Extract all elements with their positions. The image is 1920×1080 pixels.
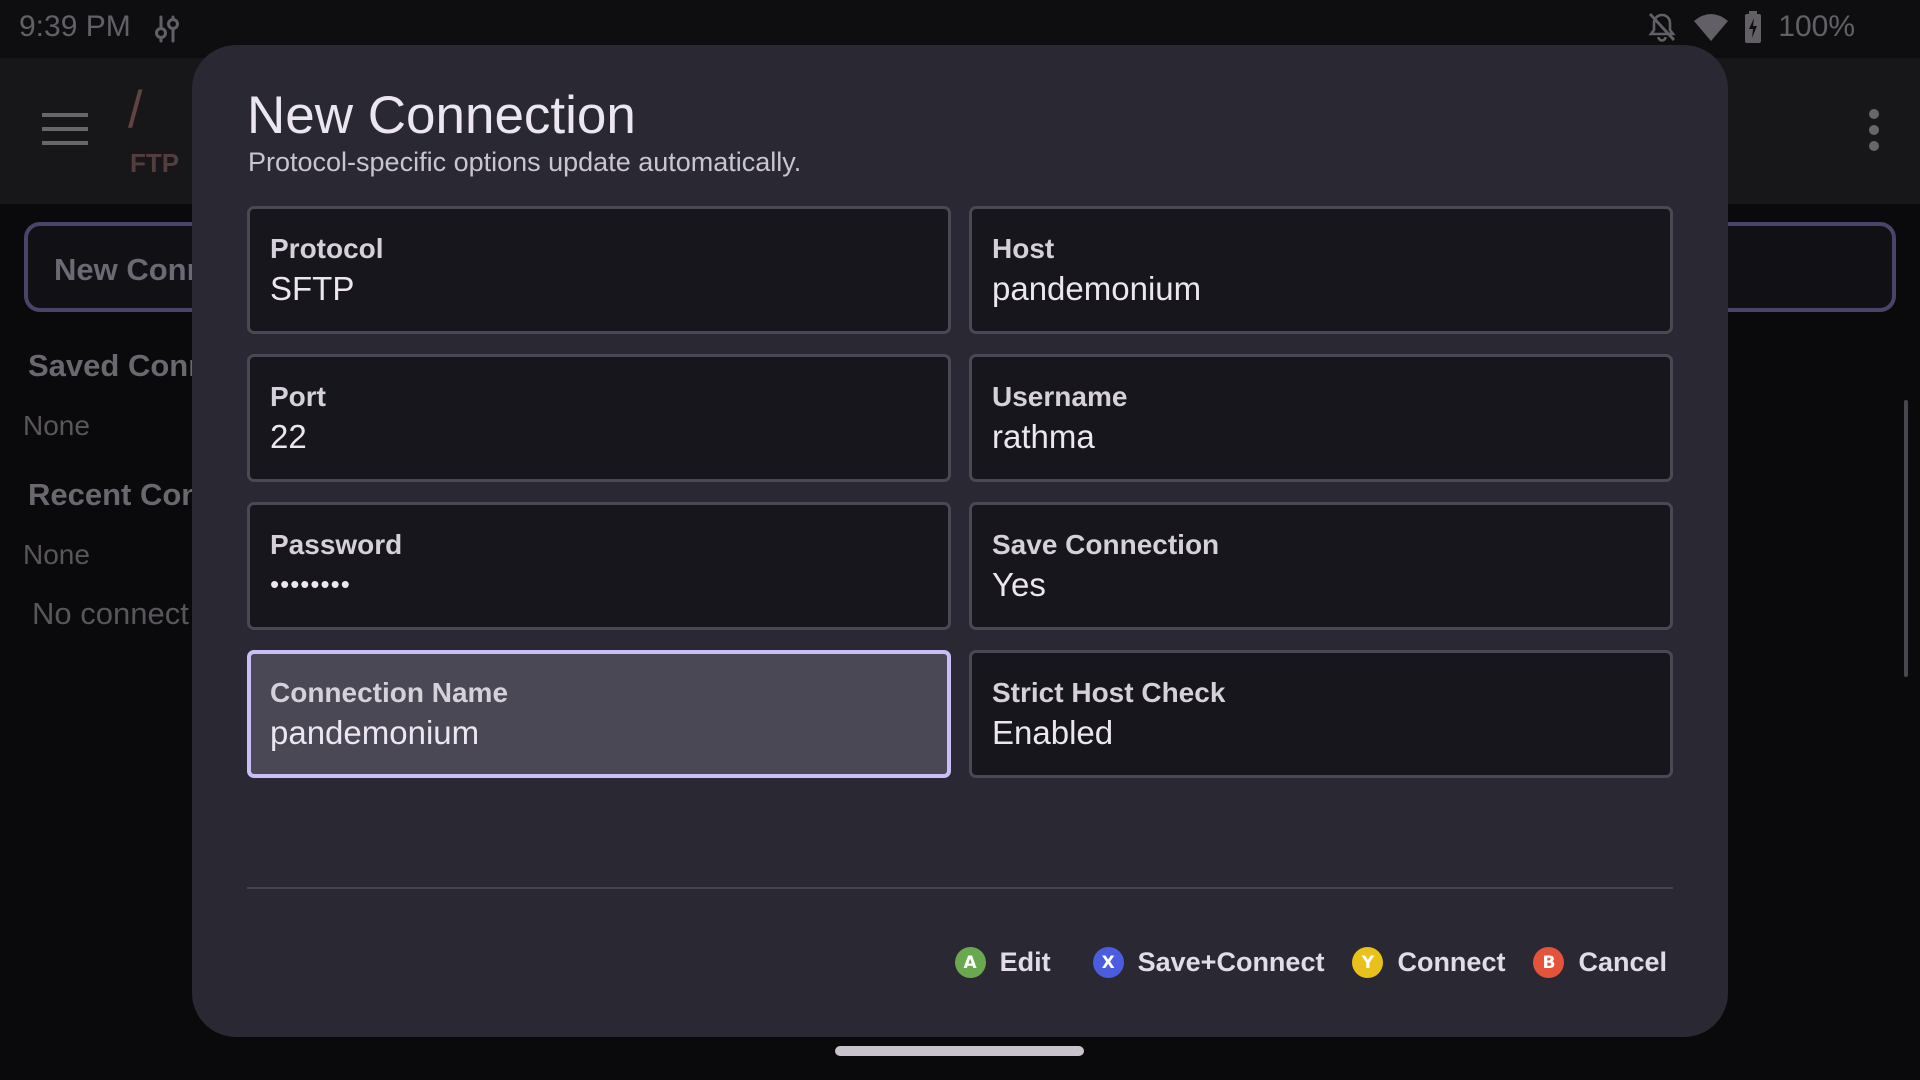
connect-button[interactable]: Y Connect [1352, 947, 1505, 978]
home-indicator[interactable] [835, 1046, 1084, 1056]
gamepad-a-button-icon: A [954, 947, 986, 978]
edit-button-label: Edit [999, 947, 1051, 977]
field-value: rathma [992, 418, 1095, 455]
dialog-subtitle: Protocol-specific options update automat… [248, 147, 802, 177]
save-connect-button[interactable]: X Save+Connect [1092, 947, 1325, 978]
field-value: Yes [992, 566, 1046, 603]
gamepad-y-button-icon: Y [1352, 947, 1384, 978]
connection-name-field[interactable]: Connection Name pandemonium [247, 650, 951, 778]
dialog-actions: A Edit X Save+Connect Y Connect B Cancel [954, 947, 1667, 978]
connect-button-label: Connect [1397, 947, 1506, 977]
username-field[interactable]: Username rathma [969, 354, 1673, 482]
field-label: Save Connection [992, 529, 1220, 560]
screen: 9:39 PM 5 100% / FTP New Conn Saved Conn… [0, 0, 1920, 1080]
protocol-field[interactable]: Protocol SFTP [247, 206, 951, 334]
gamepad-x-button-icon: X [1092, 947, 1124, 978]
field-label: Password [270, 529, 403, 560]
strict-host-check-field[interactable]: Strict Host Check Enabled [969, 650, 1673, 778]
dialog-divider [247, 887, 1673, 889]
field-value: pandemonium [992, 270, 1202, 307]
field-label: Connection Name [270, 677, 509, 708]
port-field[interactable]: Port 22 [247, 354, 951, 482]
field-value: Enabled [992, 714, 1114, 751]
cancel-button[interactable]: B Cancel [1533, 947, 1667, 978]
field-label: Port [270, 381, 326, 412]
save-connect-button-label: Save+Connect [1137, 947, 1325, 977]
new-connection-dialog: New Connection Protocol-specific options… [192, 45, 1728, 1037]
dialog-title: New Connection [247, 86, 636, 145]
edit-button[interactable]: A Edit [954, 947, 1051, 978]
gamepad-b-button-icon: B [1533, 947, 1565, 978]
password-field[interactable]: Password •••••••• [247, 502, 951, 630]
host-field[interactable]: Host pandemonium [969, 206, 1673, 334]
field-label: Host [992, 233, 1055, 264]
field-value: SFTP [270, 270, 355, 307]
field-value: •••••••• [270, 569, 351, 599]
field-value: pandemonium [270, 714, 480, 751]
cancel-button-label: Cancel [1578, 947, 1667, 977]
field-label: Protocol [270, 233, 384, 264]
field-label: Username [992, 381, 1128, 412]
field-label: Strict Host Check [992, 677, 1226, 708]
field-value: 22 [270, 418, 307, 455]
save-connection-field[interactable]: Save Connection Yes [969, 502, 1673, 630]
